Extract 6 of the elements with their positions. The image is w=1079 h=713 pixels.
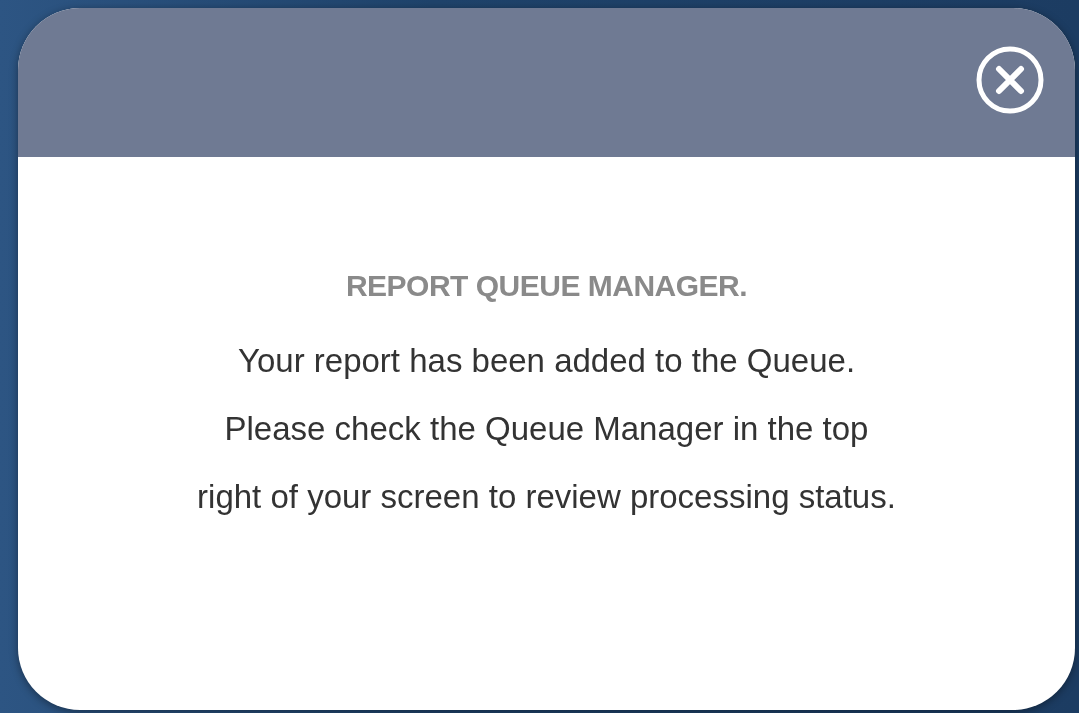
- close-icon: [975, 45, 1045, 115]
- message-line: Please check the Queue Manager in the top: [224, 409, 869, 449]
- close-button[interactable]: [975, 45, 1045, 115]
- message-line: right of your screen to review processing status.: [197, 477, 896, 517]
- message-line: Your report has been added to the Queue.: [237, 341, 856, 381]
- dialog-title: REPORT QUEUE MANAGER.: [345, 269, 748, 303]
